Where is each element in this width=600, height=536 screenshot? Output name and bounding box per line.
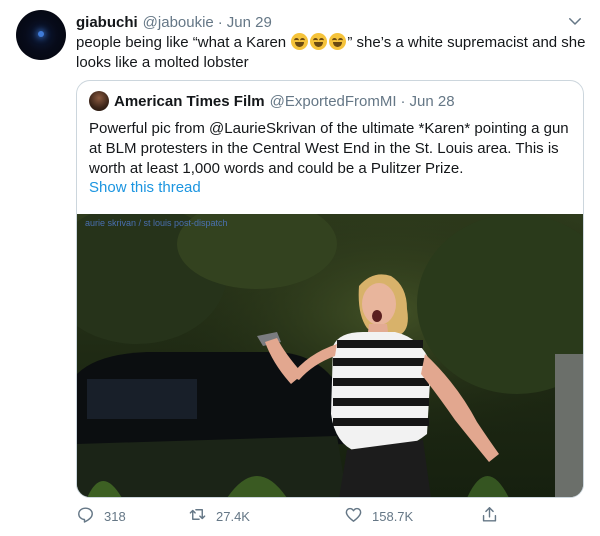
quoted-text: Powerful pic from @LaurieSkrivan of the … xyxy=(89,120,569,177)
show-thread-link[interactable]: Show this thread xyxy=(89,179,201,196)
retweet-count: 27.4K xyxy=(216,508,250,524)
reply-button[interactable]: 318 xyxy=(76,505,126,527)
quoted-tweet[interactable]: American Times Film @ExportedFromMI · Ju… xyxy=(76,80,584,498)
quoted-display-name: American Times Film xyxy=(114,92,265,110)
quoted-photo[interactable]: aurie skrivan / st louis post-dispatch xyxy=(77,214,583,497)
joy-emoji xyxy=(329,33,347,50)
photo-illustration xyxy=(77,214,583,497)
quoted-avatar xyxy=(89,91,109,111)
tweet-actions: 318 27.4K 158.7K xyxy=(76,505,497,529)
retweet-button[interactable]: 27.4K xyxy=(188,505,250,527)
retweet-icon xyxy=(188,505,216,527)
share-button[interactable] xyxy=(480,505,508,527)
header-separator: · xyxy=(217,13,223,31)
quoted-header: American Times Film @ExportedFromMI · Ju… xyxy=(89,91,455,111)
author-avatar[interactable] xyxy=(16,10,66,60)
tweet-date[interactable]: Jun 29 xyxy=(227,14,272,31)
author-handle[interactable]: @jaboukie xyxy=(143,14,214,31)
reply-icon xyxy=(76,505,104,527)
tweet-text-before: people being like “what a Karen xyxy=(76,34,291,51)
like-button[interactable]: 158.7K xyxy=(344,505,413,527)
caret-down-icon[interactable] xyxy=(566,12,584,30)
like-icon xyxy=(344,505,372,527)
joy-emoji xyxy=(291,33,309,50)
joy-emoji xyxy=(310,33,328,50)
tweet[interactable]: giabuchi @jaboukie · Jun 29 people being… xyxy=(0,0,600,536)
quoted-date: Jun 28 xyxy=(409,92,455,110)
reply-count: 318 xyxy=(104,508,126,524)
quoted-separator: · xyxy=(400,92,406,110)
tweet-header: giabuchi @jaboukie · Jun 29 xyxy=(76,12,272,32)
like-count: 158.7K xyxy=(372,508,414,524)
quoted-handle: @ExportedFromMI xyxy=(269,92,397,110)
share-icon xyxy=(480,505,508,527)
author-display-name[interactable]: giabuchi xyxy=(76,14,138,31)
photo-credit: aurie skrivan / st louis post-dispatch xyxy=(85,218,228,228)
tweet-text: people being like “what a Karen ” she’s … xyxy=(76,33,586,73)
